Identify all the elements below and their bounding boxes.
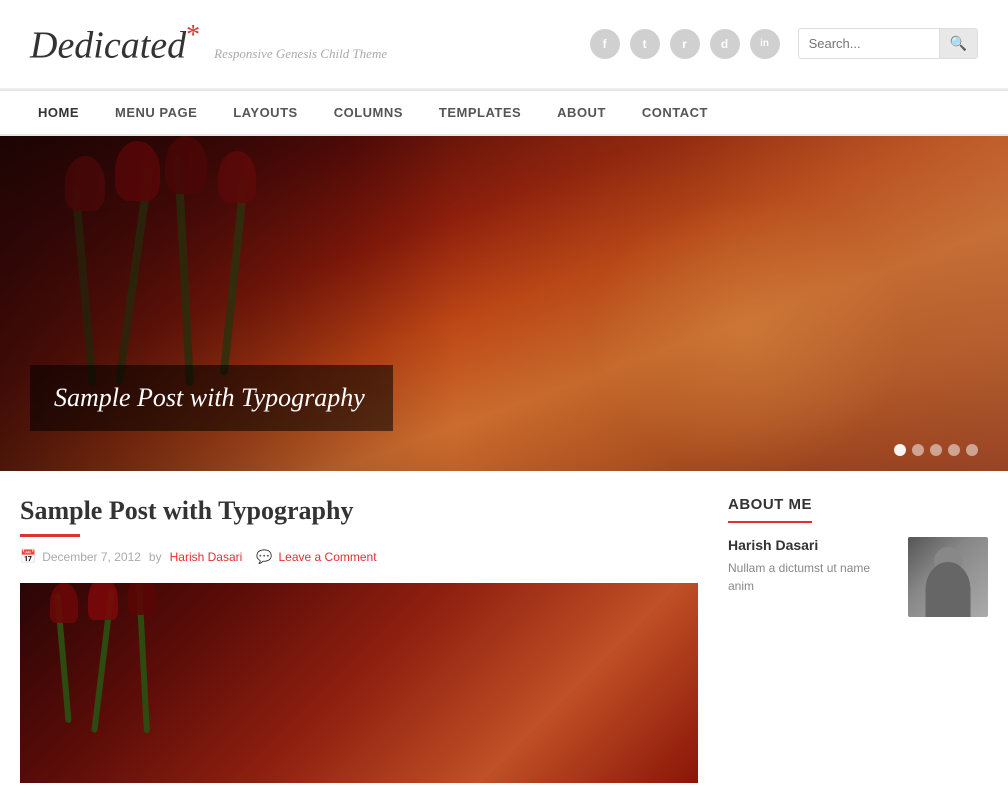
rss-icon[interactable]: r: [670, 29, 700, 59]
slider-dot-3[interactable]: [930, 444, 942, 456]
nav-link-templates[interactable]: TEMPLATES: [421, 91, 539, 134]
about-me-text: Harish Dasari Nullam a dictumst ut name …: [728, 537, 896, 595]
linkedin-icon[interactable]: in: [750, 29, 780, 59]
post-meta: 📅 December 7, 2012 by Harish Dasari 💬 Le…: [20, 549, 698, 565]
about-me-name: Harish Dasari: [728, 537, 896, 553]
nav-link-contact[interactable]: CONTACT: [624, 91, 726, 134]
content-area: Sample Post with Typography 📅 December 7…: [20, 496, 728, 783]
post-title-underline: [20, 534, 80, 537]
about-widget: About me Harish Dasari Nullam a dictumst…: [728, 496, 988, 617]
facebook-icon[interactable]: f: [590, 29, 620, 59]
search-bar: 🔍: [798, 28, 978, 59]
post-date: December 7, 2012: [42, 550, 141, 564]
nav-item-contact[interactable]: CONTACT: [624, 91, 726, 134]
dribbble-icon[interactable]: d: [710, 29, 740, 59]
nav-item-templates[interactable]: TEMPLATES: [421, 91, 539, 134]
about-me-description: Nullam a dictumst ut name anim: [728, 559, 896, 595]
logo-name: Dedicated: [30, 25, 186, 67]
main-navigation: HOME MENU PAGE LAYOUTS COLUMNS TEMPLATES…: [0, 89, 1008, 136]
nav-link-layouts[interactable]: LAYOUTS: [215, 91, 315, 134]
site-logo[interactable]: Dedicated*: [30, 20, 200, 68]
sidebar: About me Harish Dasari Nullam a dictumst…: [728, 496, 988, 783]
site-tagline: Responsive Genesis Child Theme: [214, 46, 387, 62]
site-header: Dedicated* Responsive Genesis Child Them…: [0, 0, 1008, 89]
nav-item-home[interactable]: HOME: [20, 91, 97, 134]
twitter-icon[interactable]: t: [630, 29, 660, 59]
slider-dot-2[interactable]: [912, 444, 924, 456]
about-widget-title: About me: [728, 496, 812, 523]
nav-item-layouts[interactable]: LAYOUTS: [215, 91, 315, 134]
search-button[interactable]: 🔍: [939, 29, 977, 58]
nav-item-about[interactable]: ABOUT: [539, 91, 624, 134]
about-me-content: Harish Dasari Nullam a dictumst ut name …: [728, 537, 988, 617]
nav-item-menu-page[interactable]: MENU PAGE: [97, 91, 215, 134]
post-comment-link[interactable]: Leave a Comment: [278, 550, 376, 564]
hero-slider: Sample Post with Typography: [0, 136, 1008, 471]
nav-link-menu-page[interactable]: MENU PAGE: [97, 91, 215, 134]
header-right: f t r d in 🔍: [590, 28, 978, 59]
nav-link-about[interactable]: ABOUT: [539, 91, 624, 134]
hero-caption: Sample Post with Typography: [30, 365, 393, 431]
hero-caption-text: Sample Post with Typography: [54, 383, 365, 413]
logo-area: Dedicated* Responsive Genesis Child Them…: [30, 20, 387, 68]
slider-dot-5[interactable]: [966, 444, 978, 456]
post-title: Sample Post with Typography: [20, 496, 698, 526]
nav-link-columns[interactable]: COLUMNS: [316, 91, 421, 134]
nav-item-columns[interactable]: COLUMNS: [316, 91, 421, 134]
main-content: Sample Post with Typography 📅 December 7…: [0, 471, 1008, 808]
calendar-icon: 📅: [20, 549, 36, 565]
avatar-body: [926, 562, 971, 617]
slider-dots: [894, 444, 978, 456]
logo-asterisk: *: [186, 20, 200, 51]
avatar: [908, 537, 988, 617]
search-input[interactable]: [799, 30, 939, 57]
post-by: by: [149, 550, 162, 564]
slider-dot-1[interactable]: [894, 444, 906, 456]
nav-link-home[interactable]: HOME: [20, 91, 97, 134]
comment-icon: 💬: [256, 549, 272, 565]
post-author-link[interactable]: Harish Dasari: [170, 550, 243, 564]
slider-dot-4[interactable]: [948, 444, 960, 456]
